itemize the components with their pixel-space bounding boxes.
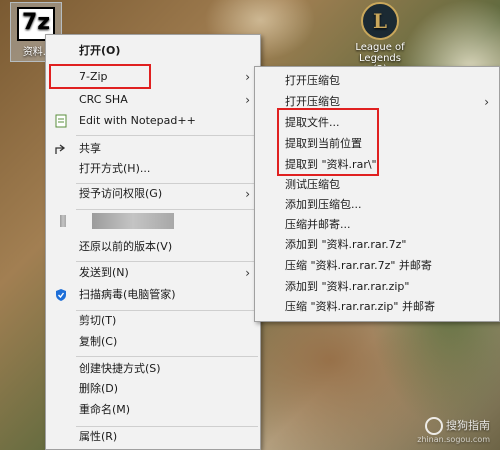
menu-item-label: 测试压缩包 xyxy=(285,178,340,191)
chevron-right-icon: › xyxy=(484,95,489,109)
7zip-submenu: 打开压缩包 打开压缩包 › 提取文件... 提取到当前位置 提取到 "资料.rar… xyxy=(254,66,500,322)
submenu-item-add-to-7z[interactable]: 添加到 "资料.rar.rar.7z" xyxy=(255,235,499,255)
menu-separator xyxy=(76,135,258,136)
menu-separator xyxy=(76,356,258,357)
menu-item-notepad[interactable]: Edit with Notepad++ xyxy=(46,111,260,131)
watermark-url: zhinan.sogou.com xyxy=(417,435,490,444)
menu-item-label: 删除(D) xyxy=(79,382,119,395)
menu-item-grant-access[interactable]: 授予访问权限(G) › xyxy=(46,184,260,204)
menu-item-label: 剪切(T) xyxy=(79,314,117,327)
notepad-icon xyxy=(54,114,68,128)
menu-item-copy[interactable]: 复制(C) xyxy=(46,332,260,352)
menu-item-label: 压缩并邮寄... xyxy=(285,218,351,231)
watermark: 搜狗指南 zhinan.sogou.com xyxy=(417,417,490,444)
chevron-right-icon: › xyxy=(245,70,250,84)
chevron-right-icon: › xyxy=(245,93,250,107)
submenu-item-compress-7z-email[interactable]: 压缩 "资料.rar.rar.7z" 并邮寄 xyxy=(255,256,499,276)
menu-item-label: 复制(C) xyxy=(79,335,118,348)
menu-item-scan[interactable]: 扫描病毒(电脑管家) xyxy=(46,285,260,305)
menu-item-open-with[interactable]: 打开方式(H)... xyxy=(46,159,260,179)
menu-item-share[interactable]: 共享 xyxy=(46,139,260,159)
submenu-item-compress-email[interactable]: 压缩并邮寄... xyxy=(255,215,499,235)
menu-item-label: 属性(R) xyxy=(79,430,118,443)
menu-item-send-to[interactable]: 发送到(N) › xyxy=(46,263,260,283)
menu-item-rename[interactable]: 重命名(M) xyxy=(46,400,260,420)
watermark-text: 搜狗指南 xyxy=(446,419,490,432)
submenu-item-open-archive[interactable]: 打开压缩包 xyxy=(255,71,499,91)
menu-item-label: 发送到(N) xyxy=(79,266,129,279)
shield-icon xyxy=(54,288,68,302)
highlight-box-extract xyxy=(277,108,379,176)
menu-item-label: 压缩 "资料.rar.rar.zip" 并邮寄 xyxy=(285,300,435,313)
submenu-item-add-to-archive[interactable]: 添加到压缩包... xyxy=(255,195,499,215)
redacted-icon xyxy=(60,215,66,227)
menu-item-label: 授予访问权限(G) xyxy=(79,187,163,200)
menu-item-label: 压缩 "资料.rar.rar.7z" 并邮寄 xyxy=(285,259,432,272)
menu-item-open[interactable]: 打开(O) xyxy=(46,41,260,61)
context-menu: 打开(O) 7-Zip › CRC SHA › Edit with Notepad+… xyxy=(45,34,261,450)
menu-item-label: 创建快捷方式(S) xyxy=(79,362,161,375)
menu-item-label: 添加到压缩包... xyxy=(285,198,362,211)
menu-item-label: 重命名(M) xyxy=(79,403,131,416)
menu-item-label: 打开压缩包 xyxy=(285,74,340,87)
menu-item-label: 打开方式(H)... xyxy=(79,162,151,175)
menu-item-label: 添加到 "资料.rar.rar.zip" xyxy=(285,280,410,293)
menu-item-properties[interactable]: 属性(R) xyxy=(46,427,260,447)
menu-separator xyxy=(76,261,258,262)
redacted-menu-item xyxy=(92,213,174,229)
menu-separator xyxy=(76,209,258,210)
menu-item-label: 添加到 "资料.rar.rar.7z" xyxy=(285,238,407,251)
menu-item-crc-sha[interactable]: CRC SHA › xyxy=(46,90,260,110)
menu-item-cut[interactable]: 剪切(T) xyxy=(46,311,260,331)
chevron-right-icon: › xyxy=(245,187,250,201)
menu-item-label: 打开压缩包 xyxy=(285,95,340,108)
share-icon xyxy=(54,142,68,156)
menu-item-label: 共享 xyxy=(79,142,101,155)
menu-item-label: 打开(O) xyxy=(79,44,121,57)
menu-item-restore[interactable]: 还原以前的版本(V) xyxy=(46,237,260,257)
menu-item-label: Edit with Notepad++ xyxy=(79,114,196,127)
menu-item-label: 还原以前的版本(V) xyxy=(79,240,173,253)
submenu-item-test-archive[interactable]: 测试压缩包 xyxy=(255,175,499,195)
menu-item-delete[interactable]: 删除(D) xyxy=(46,379,260,399)
menu-item-label: CRC SHA xyxy=(79,93,128,106)
highlight-box-7zip xyxy=(49,64,151,89)
submenu-item-add-to-zip[interactable]: 添加到 "资料.rar.rar.zip" xyxy=(255,277,499,297)
menu-item-create-shortcut[interactable]: 创建快捷方式(S) xyxy=(46,359,260,379)
menu-item-label: 扫描病毒(电脑管家) xyxy=(79,288,176,301)
desktop-shortcut-lol[interactable]: L League of Legends (2) xyxy=(352,0,408,75)
sogou-logo-icon xyxy=(425,417,443,435)
league-of-legends-icon: L xyxy=(361,2,399,40)
chevron-right-icon: › xyxy=(245,266,250,280)
submenu-item-compress-zip-email[interactable]: 压缩 "资料.rar.rar.zip" 并邮寄 xyxy=(255,297,499,317)
